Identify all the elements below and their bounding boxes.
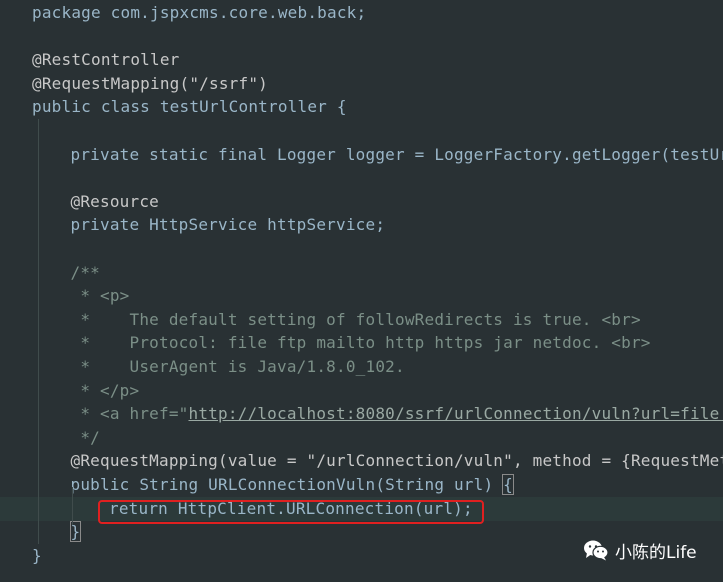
code-line[interactable]: * The default setting of followRedirects… — [0, 308, 723, 332]
code-text: * <p> — [71, 284, 130, 308]
code-text: * </p> — [71, 379, 140, 403]
watermark-text: 小陈的Life — [615, 542, 697, 563]
code-token: * </p> — [70, 380, 140, 400]
code-line[interactable]: @RequestMapping("/ssrf") — [0, 72, 723, 96]
code-text: @RequestMapping("/ssrf") — [32, 72, 268, 96]
code-text: @RequestMapping(value = "/urlConnection/… — [71, 449, 723, 473]
code-text: @Resource — [71, 190, 160, 214]
code-token: @RestController — [32, 50, 180, 70]
code-token: private HttpService httpService; — [70, 215, 386, 235]
indent-guide — [72, 487, 73, 525]
code-line[interactable]: package com.jspxcms.core.web.back; — [0, 1, 723, 25]
code-token: package com.jspxcms.core.web.back; — [32, 3, 367, 22]
code-token: */ — [70, 427, 100, 447]
code-line[interactable] — [0, 119, 723, 143]
code-line[interactable]: public class testUrlController { — [0, 95, 723, 119]
wechat-icon — [584, 540, 609, 561]
code-token: private static final Logger logger = Log… — [70, 144, 723, 164]
code-line[interactable]: /** — [0, 261, 723, 285]
code-text: * Protocol: file ftp mailto http https j… — [71, 331, 651, 355]
code-text: * UserAgent is Java/1.8.0_102. — [71, 355, 405, 379]
code-line[interactable]: * <p> — [0, 284, 723, 308]
indent-guide — [38, 119, 39, 544]
code-token: { — [502, 474, 514, 495]
code-line[interactable]: @Resource — [0, 190, 723, 214]
code-line[interactable] — [0, 25, 723, 49]
code-line[interactable] — [0, 237, 723, 261]
code-line[interactable]: * Protocol: file ftp mailto http https j… — [0, 331, 723, 355]
code-text: package com.jspxcms.core.web.back; — [32, 1, 366, 25]
code-token: } — [69, 521, 82, 543]
code-text: @RestController — [32, 48, 180, 72]
code-token: public class testUrlController { — [32, 97, 347, 117]
code-line[interactable]: @RequestMapping(value = "/urlConnection/… — [0, 449, 723, 473]
code-token: * <p> — [70, 286, 130, 306]
watermark: 小陈的Life — [583, 536, 697, 564]
code-token: * The default setting of followRedirects… — [70, 309, 641, 329]
code-text: private HttpService httpService; — [71, 213, 386, 237]
code-line[interactable]: private HttpService httpService; — [0, 213, 723, 237]
code-line[interactable]: * <a href="http://localhost:8080/ssrf/ur… — [0, 402, 723, 426]
code-token: /** — [70, 262, 100, 282]
code-line[interactable]: public String URLConnectionVuln(String u… — [0, 473, 723, 497]
code-token: * UserAgent is Java/1.8.0_102. — [70, 357, 405, 376]
code-line[interactable]: @RestController — [0, 48, 723, 72]
code-line[interactable]: */ — [0, 426, 723, 450]
code-token: @Resource — [70, 191, 159, 211]
code-token: * <a href=" — [70, 404, 189, 424]
highlight-box — [98, 500, 484, 524]
code-text: /** — [71, 261, 101, 285]
code-line[interactable] — [0, 166, 723, 190]
code-text: public String URLConnectionVuln(String u… — [71, 473, 514, 497]
comment-link[interactable]: http://localhost:8080/ssrf/urlConnection… — [189, 404, 723, 423]
code-line[interactable]: private static final Logger logger = Log… — [0, 143, 723, 167]
code-line[interactable]: * </p> — [0, 379, 723, 403]
code-editor[interactable]: package com.jspxcms.core.web.back; @RestC… — [0, 0, 723, 582]
code-token: @RequestMapping(value = "/urlConnection/… — [70, 451, 723, 471]
code-text: * The default setting of followRedirects… — [71, 308, 641, 332]
code-token: @RequestMapping("/ssrf") — [32, 73, 268, 93]
code-text: } — [32, 544, 42, 568]
code-token: public String URLConnectionVuln(String u… — [70, 475, 504, 494]
code-text: private static final Logger logger = Log… — [71, 143, 723, 167]
code-text: */ — [71, 426, 101, 450]
code-token: * Protocol: file ftp mailto http https j… — [70, 333, 651, 353]
code-line[interactable]: * UserAgent is Java/1.8.0_102. — [0, 355, 723, 379]
code-token: } — [32, 545, 42, 565]
code-text: * <a href="http://localhost:8080/ssrf/ur… — [71, 402, 723, 426]
code-text: public class testUrlController { — [32, 95, 347, 119]
